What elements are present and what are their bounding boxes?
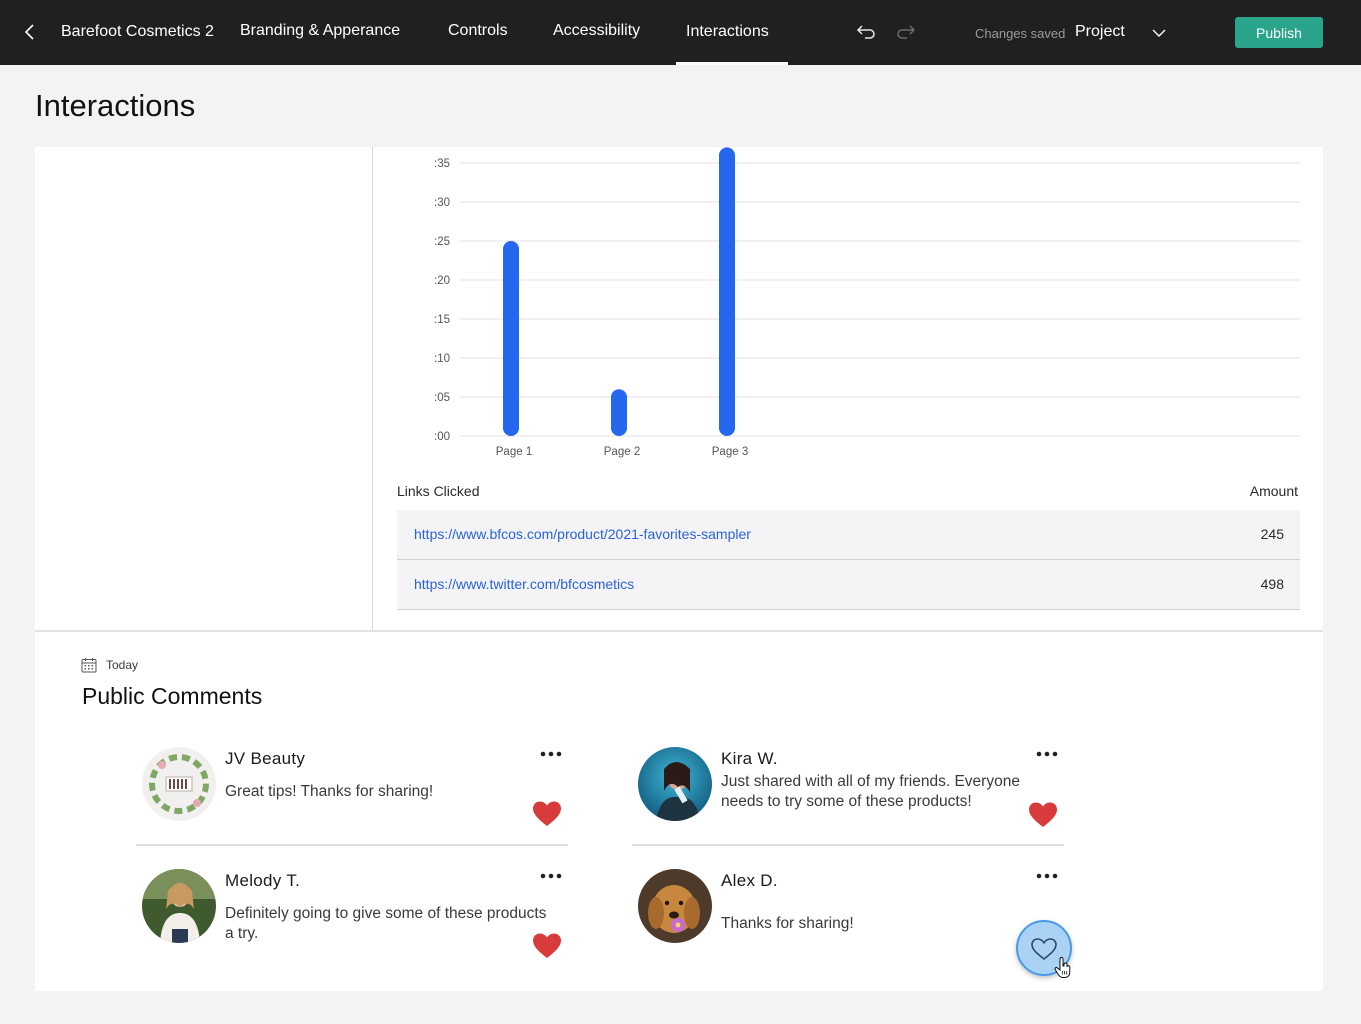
save-status: Changes saved [975, 26, 1066, 41]
y-tick-label: :05 [434, 392, 450, 404]
hand-pointer-icon [1054, 957, 1071, 978]
project-select[interactable]: Project [1075, 23, 1125, 41]
commenter-name: JV Beauty [225, 749, 306, 768]
heart-filled-icon[interactable] [532, 800, 562, 828]
more-options-icon[interactable] [538, 747, 564, 761]
page-title: Interactions [35, 88, 196, 123]
more-options-icon[interactable] [538, 869, 564, 883]
table-row: https://www.bfcos.com/product/2021-favor… [397, 510, 1300, 560]
undo-icon[interactable] [855, 22, 877, 42]
commenter-name: Kira W. [721, 749, 778, 768]
bar-chart-svg: :00 :05 :10 :15 :20 :25 :30 :35 Page 1 Page 2 Page… [434, 147, 1300, 458]
y-tick-label: :20 [434, 275, 450, 287]
links-clicked-header: Links Clicked [397, 483, 480, 499]
tab-branding-appearance[interactable]: Branding & Apperance [240, 22, 400, 40]
link-url[interactable]: https://www.twitter.com/bfcosmetics [414, 576, 634, 592]
tab-controls[interactable]: Controls [448, 22, 508, 40]
y-tick-label: :30 [434, 197, 450, 209]
comment-card: JV Beauty Great tips! Thanks for sharing… [136, 747, 568, 869]
comment-card: Alex D. Thanks for sharing! [632, 869, 1064, 991]
page-views-chart: :00 :05 :10 :15 :20 :25 :30 :35 Page 1 Page 2 Page… [375, 147, 1305, 467]
back-arrow-icon[interactable] [18, 20, 42, 44]
heart-filled-icon[interactable] [532, 932, 562, 960]
y-tick-label: :10 [434, 353, 450, 365]
commenter-name: Alex D. [721, 871, 778, 890]
vertical-divider [372, 147, 373, 630]
active-tab-indicator [676, 62, 788, 65]
date-label: Today [106, 658, 139, 672]
redo-icon[interactable] [895, 22, 917, 42]
tab-interactions[interactable]: Interactions [686, 23, 769, 41]
comment-text: Thanks for sharing! [721, 915, 854, 932]
comment-card: Kira W. Just shared with all of my frien… [632, 747, 1064, 869]
publish-button[interactable]: Publish [1235, 17, 1323, 48]
comment-text: Just shared with all of my friends. Ever… [721, 773, 1020, 810]
y-tick-label: :35 [434, 158, 450, 170]
link-amount: 245 [1260, 526, 1284, 542]
links-table: https://www.bfcos.com/product/2021-favor… [397, 510, 1300, 610]
avatar [142, 747, 216, 821]
y-tick-label: :25 [434, 236, 450, 248]
y-tick-label: :15 [434, 314, 450, 326]
x-tick-label: Page 2 [604, 446, 640, 458]
commenter-name: Melody T. [225, 871, 301, 890]
heart-filled-icon[interactable] [1028, 801, 1058, 829]
comment-divider [632, 844, 1064, 846]
bar[interactable] [719, 147, 735, 436]
public-comments-title: Public Comments [82, 683, 263, 709]
avatar [638, 869, 712, 943]
comment-divider [136, 844, 568, 846]
chevron-down-icon[interactable] [1150, 24, 1168, 42]
x-tick-label: Page 3 [712, 446, 748, 458]
tab-accessibility[interactable]: Accessibility [553, 22, 640, 40]
calendar-icon [81, 658, 97, 673]
comment-card: Melody T. Definitely going to give some … [136, 869, 568, 991]
bar[interactable] [611, 389, 627, 436]
bar[interactable] [503, 241, 519, 436]
y-tick-label: :00 [434, 431, 450, 443]
avatar [142, 869, 216, 943]
table-row: https://www.twitter.com/bfcosmetics 498 [397, 560, 1300, 610]
link-url[interactable]: https://www.bfcos.com/product/2021-favor… [414, 526, 751, 542]
more-options-icon[interactable] [1034, 869, 1060, 883]
link-amount: 498 [1260, 576, 1284, 592]
comment-text: Great tips! Thanks for sharing! [225, 783, 434, 800]
top-nav-bar: Barefoot Cosmetics 2 Branding & Apperanc… [0, 0, 1361, 65]
x-tick-label: Page 1 [496, 446, 532, 458]
project-name: Barefoot Cosmetics 2 [61, 23, 214, 40]
amount-header: Amount [1249, 483, 1298, 499]
section-divider [35, 630, 1323, 632]
more-options-icon[interactable] [1034, 747, 1060, 761]
interactions-card: :00 :05 :10 :15 :20 :25 :30 :35 Page 1 Page 2 Page… [35, 147, 1323, 991]
avatar [638, 747, 712, 821]
comment-text: Definitely going to give some of these p… [225, 905, 547, 942]
